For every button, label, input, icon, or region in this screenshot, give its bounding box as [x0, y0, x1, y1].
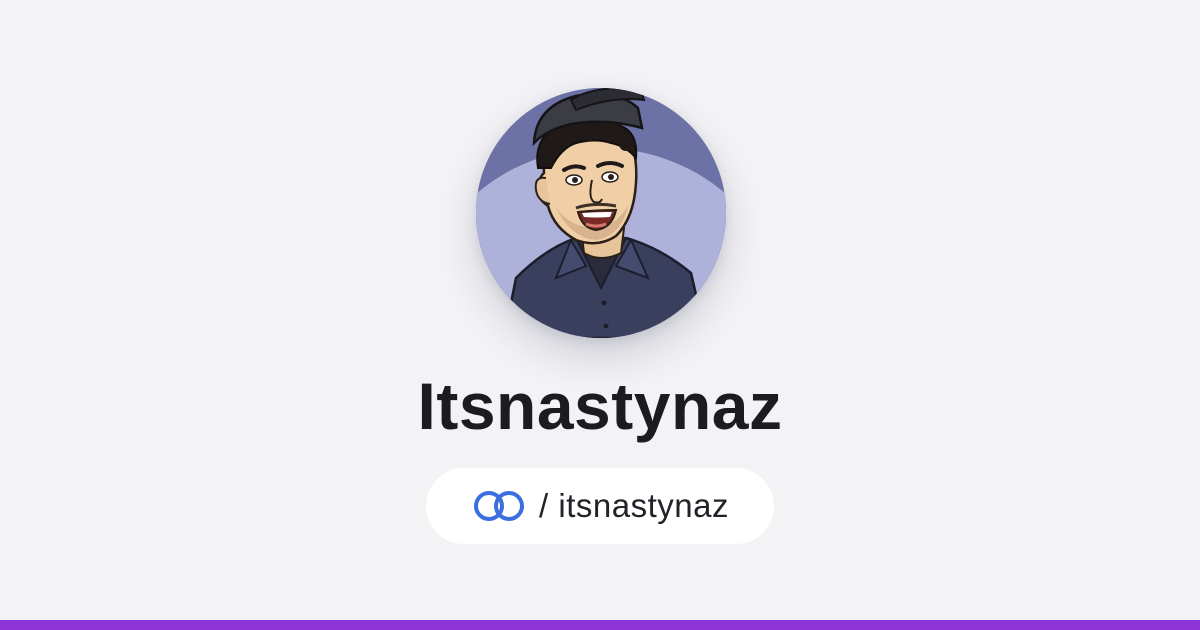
profile-handle-link[interactable]: / itsnastynaz — [426, 468, 774, 544]
linked-rings-logo-icon — [471, 489, 527, 523]
display-name: Itsnastynaz — [417, 369, 783, 443]
avatar[interactable] — [476, 88, 726, 338]
accent-bar — [0, 620, 1200, 630]
profile-handle: / itsnastynaz — [539, 487, 729, 524]
avatar-illustration — [476, 88, 726, 338]
profile-card: Itsnastynaz / itsnastynaz — [0, 0, 1200, 630]
